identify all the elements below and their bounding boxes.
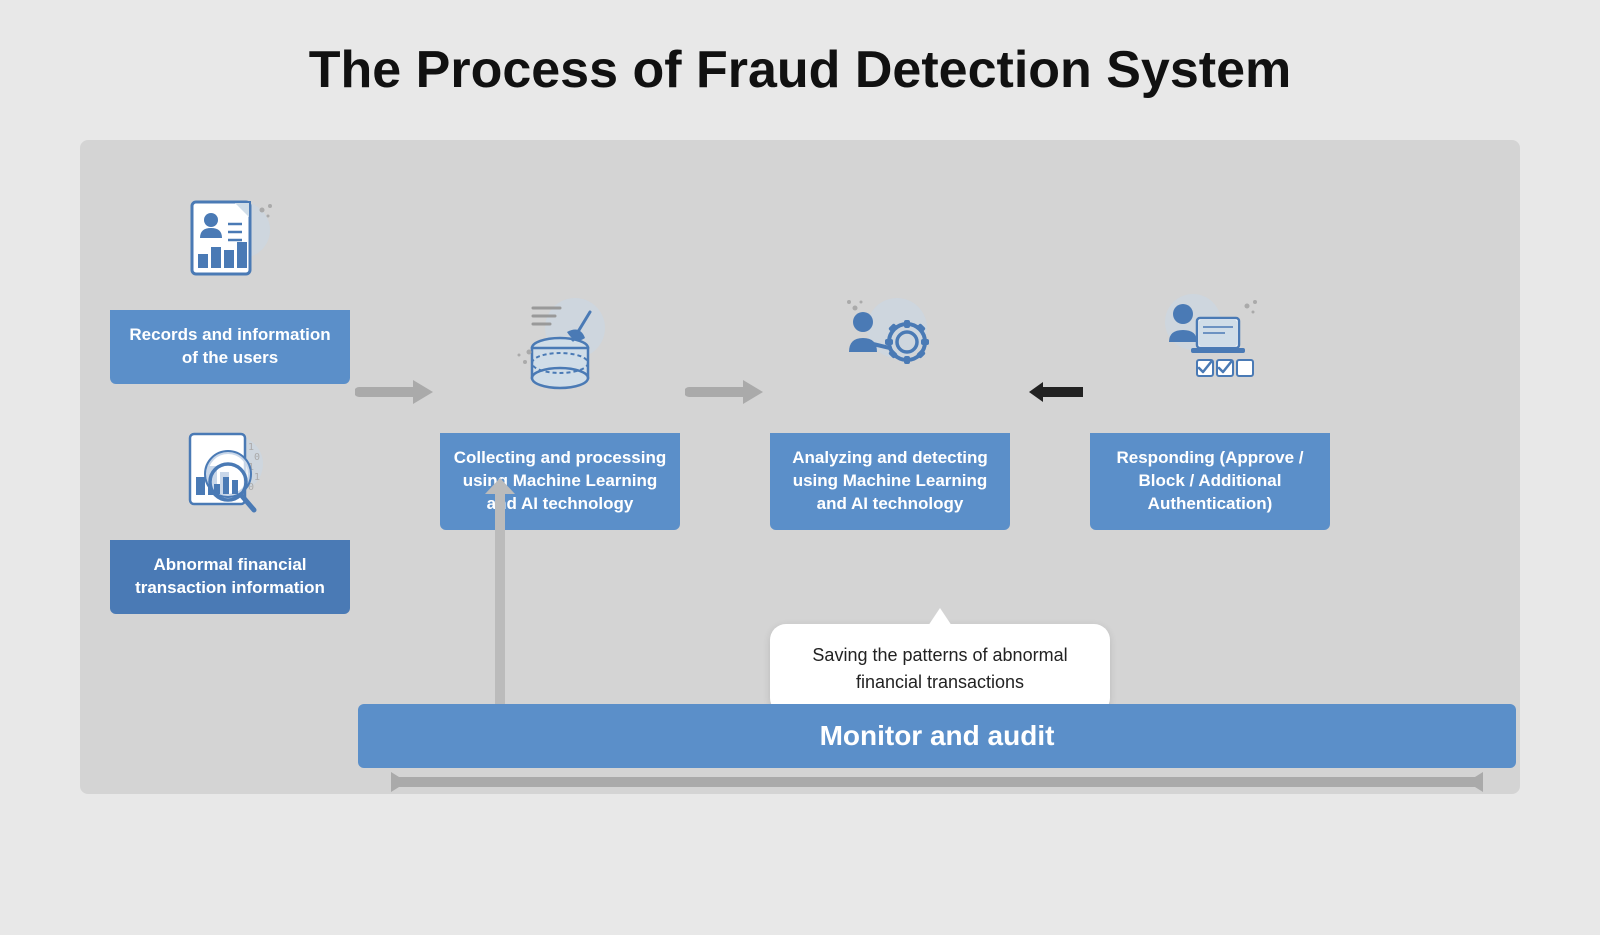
records-icon-area	[110, 170, 350, 310]
gear-person-icon	[835, 290, 945, 400]
monitor-bar: Monitor and audit	[358, 704, 1516, 768]
svg-text:0: 0	[254, 452, 260, 463]
speech-bubble-text: Saving the patterns of abnormal financia…	[812, 645, 1067, 692]
responding-label: Responding (Approve / Block / Additional…	[1090, 433, 1330, 530]
speech-bubble: Saving the patterns of abnormal financia…	[770, 624, 1110, 714]
analyzing-icon-area	[770, 253, 1010, 433]
analyzing-label: Analyzing and detecting using Machine Le…	[770, 433, 1010, 530]
records-box: Records and information of the users	[110, 170, 350, 384]
arrow-to-collecting	[350, 374, 440, 410]
black-left-arrow	[1010, 378, 1090, 406]
double-arrow-svg	[387, 766, 1487, 798]
page-title: The Process of Fraud Detection System	[309, 40, 1292, 100]
left-column: Records and information of the users 1 0	[110, 170, 350, 614]
bubble-tail	[928, 608, 952, 626]
responding-box: Responding (Approve / Block / Additional…	[1090, 253, 1330, 530]
document-user-icon	[180, 192, 280, 292]
arrow-to-analyzing	[680, 374, 770, 410]
search-chart-icon: 1 0 1 1 0	[180, 422, 280, 522]
double-arrow-wrapper	[358, 766, 1516, 798]
records-label: Records and information of the users	[110, 310, 350, 384]
flow-row: Records and information of the users 1 0	[110, 170, 1490, 614]
abnormal-box: 1 0 1 1 0	[110, 400, 350, 614]
svg-text:1: 1	[254, 472, 260, 483]
person-laptop-checklist-icon	[1155, 290, 1265, 400]
main-content: Records and information of the users 1 0	[80, 140, 1520, 794]
abnormal-label: Abnormal financial transaction informati…	[110, 540, 350, 614]
analyzing-box: Analyzing and detecting using Machine Le…	[770, 253, 1010, 530]
responding-icon-area	[1090, 253, 1330, 433]
database-ml-icon	[505, 290, 615, 400]
bottom-section: Saving the patterns of abnormal financia…	[110, 614, 1490, 774]
collecting-icon-area	[440, 253, 680, 433]
diagram-area: Records and information of the users 1 0	[110, 170, 1490, 774]
abnormal-icon-area: 1 0 1 1 0	[110, 400, 350, 540]
